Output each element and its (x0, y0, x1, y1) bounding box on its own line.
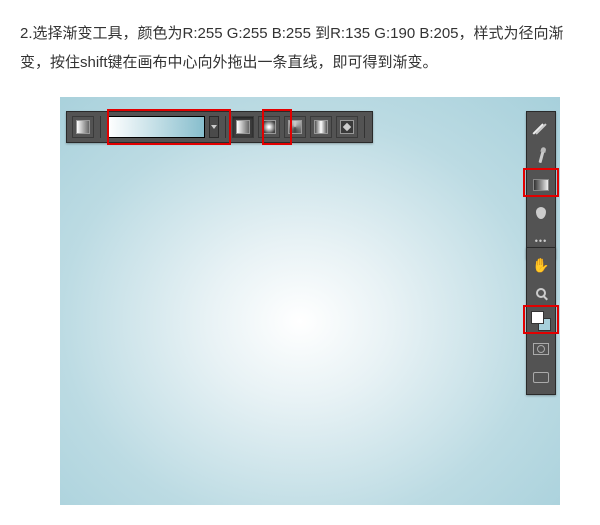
angle-icon (288, 120, 302, 134)
chevron-down-icon (211, 125, 217, 129)
linear-icon (236, 120, 250, 134)
drop-icon (536, 207, 546, 219)
reflected-icon (314, 120, 328, 134)
gradient-tool-icon (533, 179, 549, 191)
hand-icon: ✋ (532, 257, 549, 274)
hand-tool[interactable]: ✋ (530, 254, 552, 276)
gradient-preview[interactable] (107, 116, 205, 138)
gradient-angle-button[interactable] (284, 116, 306, 138)
gradient-linear-button[interactable] (232, 116, 254, 138)
color-swatches[interactable] (530, 310, 552, 332)
screenmode-icon (533, 372, 549, 383)
brush-icon (538, 151, 544, 163)
quickmask-icon (533, 343, 549, 355)
more-icon: ••• (535, 238, 547, 244)
separator (225, 116, 226, 138)
top-options-bar (66, 111, 373, 143)
canvas-area[interactable]: ••• ✋ (60, 97, 560, 505)
quick-mask[interactable] (530, 338, 552, 360)
right-tools-panel-1: ••• (526, 111, 556, 259)
right-tools-panel-2: ✋ (526, 247, 556, 395)
gradient-tool[interactable] (530, 174, 552, 196)
zoom-icon (536, 288, 546, 298)
diamond-icon (340, 120, 354, 134)
gradient-dropdown[interactable] (209, 116, 219, 138)
screenshot: ••• ✋ (60, 97, 580, 505)
separator (100, 116, 101, 138)
gradient-diamond-button[interactable] (336, 116, 358, 138)
screen-mode[interactable] (530, 366, 552, 388)
separator (364, 116, 365, 138)
tool-preset-picker[interactable] (72, 116, 94, 138)
wand-icon (535, 123, 546, 134)
gradient-radial-button[interactable] (258, 116, 280, 138)
blur-tool[interactable] (530, 202, 552, 224)
instruction-text: 2.选择渐变工具，颜色为R:255 G:255 B:255 到R:135 G:1… (20, 20, 580, 77)
wand-tool[interactable] (530, 118, 552, 140)
foreground-color-swatch (531, 311, 544, 324)
gradient-reflected-button[interactable] (310, 116, 332, 138)
brush-tool[interactable] (530, 146, 552, 168)
radial-icon (262, 120, 276, 134)
zoom-tool[interactable] (530, 282, 552, 304)
gradient-icon (76, 120, 90, 134)
